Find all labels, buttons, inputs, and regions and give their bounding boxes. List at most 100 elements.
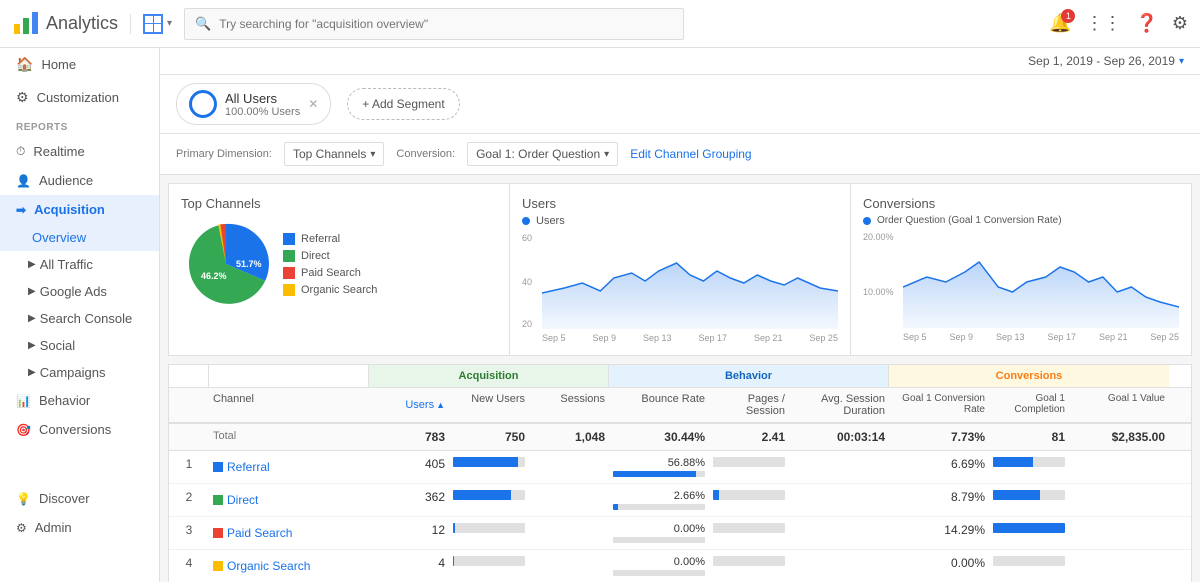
sidebar-item-home[interactable]: 🏠 Home (0, 48, 159, 81)
top-channels-title: Top Channels (181, 196, 497, 211)
data-table: Acquisition Behavior Conversions Channel… (168, 364, 1192, 582)
total-bounce: 30.44% (609, 424, 709, 450)
col-new-users[interactable]: New Users (449, 388, 529, 422)
expand-icon: ▶ (28, 259, 36, 270)
total-new-users: 750 (449, 424, 529, 450)
account-selector[interactable]: ▾ (130, 14, 172, 34)
sidebar-item-campaigns[interactable]: ▶ Campaigns (0, 359, 159, 386)
table-group-headers: Acquisition Behavior Conversions (169, 365, 1191, 388)
apps-icon[interactable]: ⋮⋮ (1085, 13, 1121, 34)
search-icon: 🔍 (195, 16, 211, 32)
admin-icon: ⚙ (16, 521, 27, 535)
col-users[interactable]: Users ▲ (369, 388, 449, 422)
table-row: 4 Organic Search 4 0.00% 0.00% (169, 550, 1191, 582)
total-goal1-comp: 81 (989, 424, 1069, 450)
audience-icon: 👤 (16, 174, 31, 188)
sidebar-item-admin[interactable]: ⚙ Admin (0, 513, 159, 542)
segment-pill[interactable]: All Users 100.00% Users ✕ (176, 83, 331, 125)
row-channel[interactable]: Paid Search (209, 517, 369, 549)
users-legend-label: Users (536, 215, 565, 227)
row-goal1-val (1069, 484, 1169, 516)
col-channel[interactable]: Channel (209, 388, 369, 422)
col-avg-session[interactable]: Avg. Session Duration (789, 388, 889, 422)
row-goal1-comp (989, 550, 1069, 582)
pie-chart: 51.7% 46.2% (181, 219, 271, 309)
segment-close-icon[interactable]: ✕ (308, 97, 318, 111)
col-goal1-rate[interactable]: Goal 1 Conversion Rate (889, 388, 989, 422)
row-new-users (449, 550, 529, 582)
table-row: 3 Paid Search 12 0.00% 14.29% (169, 517, 1191, 550)
date-bar: Sep 1, 2019 - Sep 26, 2019 ▾ (160, 48, 1200, 75)
conversion-select[interactable]: Goal 1: Order Question ▾ (467, 142, 618, 166)
col-goal1-val[interactable]: Goal 1 Value (1069, 388, 1169, 422)
sidebar-item-search-console[interactable]: ▶ Search Console (0, 305, 159, 332)
logo-area: Analytics (12, 10, 118, 38)
add-segment-button[interactable]: + Add Segment (347, 88, 459, 120)
row-users: 12 (369, 517, 449, 549)
sidebar-item-google-ads[interactable]: ▶ Google Ads (0, 278, 159, 305)
sidebar-item-discover[interactable]: 💡 Discover (0, 484, 159, 513)
dimension-bar: Primary Dimension: Top Channels ▾ Conver… (160, 134, 1200, 175)
conv-group-header: Conversions (889, 365, 1169, 387)
segment-circle-icon (189, 90, 217, 118)
discover-icon: 💡 (16, 492, 31, 506)
conversions-card: Conversions Order Question (Goal 1 Conve… (851, 184, 1191, 355)
table-totals-row: Total 783 750 1,048 30.44% 2.41 00:03:14… (169, 424, 1191, 451)
notification-icon[interactable]: 🔔 1 (1049, 13, 1071, 34)
table-body: 1 Referral 405 56.88% 6.69% (169, 451, 1191, 582)
row-goal1-comp (989, 451, 1069, 483)
row-channel[interactable]: Direct (209, 484, 369, 516)
sidebar-reports-label: REPORTS (0, 114, 159, 137)
help-icon[interactable]: ❓ (1135, 13, 1157, 34)
sidebar-item-audience[interactable]: 👤 Audience (0, 166, 159, 195)
chevron-down-icon: ▾ (167, 18, 172, 29)
row-avg-session (789, 451, 889, 483)
row-num: 2 (169, 484, 209, 516)
search-container[interactable]: 🔍 (184, 8, 684, 40)
row-channel[interactable]: Referral (209, 451, 369, 483)
col-goal1-comp[interactable]: Goal 1 Completion (989, 388, 1069, 422)
col-bounce[interactable]: Bounce Rate (609, 388, 709, 422)
row-goal1-val (1069, 550, 1169, 582)
sidebar: 🏠 Home ⚙ Customization REPORTS ⏱ Realtim… (0, 48, 160, 582)
expand-icon2: ▶ (28, 286, 36, 297)
app-title: Analytics (46, 13, 118, 34)
legend-item-organic-search: Organic Search (283, 284, 377, 296)
notification-badge: 1 (1061, 9, 1075, 23)
acquisition-icon: ➡ (16, 203, 26, 217)
expand-icon4: ▶ (28, 340, 36, 351)
row-sessions (529, 484, 609, 516)
sidebar-item-behavior[interactable]: 📊 Behavior (0, 386, 159, 415)
sidebar-item-conversions[interactable]: 🎯 Conversions (0, 415, 159, 444)
account-icon[interactable]: ⚙ (1172, 13, 1188, 34)
users-title: Users (522, 196, 838, 211)
col-pages[interactable]: Pages / Session (709, 388, 789, 422)
table-row: 2 Direct 362 2.66% 8.79% (169, 484, 1191, 517)
sidebar-item-acquisition[interactable]: ➡ Acquisition (0, 195, 159, 224)
primary-dim-value: Top Channels (293, 147, 366, 161)
row-bounce: 0.00% (609, 550, 709, 582)
date-range-picker[interactable]: Sep 1, 2019 - Sep 26, 2019 ▾ (1028, 54, 1184, 68)
sidebar-item-realtime[interactable]: ⏱ Realtime (0, 137, 159, 166)
row-users: 405 (369, 451, 449, 483)
primary-dim-select[interactable]: Top Channels ▾ (284, 142, 384, 166)
search-input[interactable] (219, 17, 673, 31)
col-sessions[interactable]: Sessions (529, 388, 609, 422)
sidebar-item-overview[interactable]: Overview (0, 224, 159, 251)
row-channel[interactable]: Organic Search (209, 550, 369, 582)
conversion-label: Conversion: (396, 148, 455, 160)
segment-bar: All Users 100.00% Users ✕ + Add Segment (160, 75, 1200, 134)
row-avg-session (789, 484, 889, 516)
total-pages: 2.41 (709, 424, 789, 450)
sidebar-item-customization[interactable]: ⚙ Customization (0, 81, 159, 114)
conversions-title: Conversions (863, 196, 1179, 211)
sidebar-item-social[interactable]: ▶ Social (0, 332, 159, 359)
sidebar-item-all-traffic[interactable]: ▶ All Traffic (0, 251, 159, 278)
edit-channel-link[interactable]: Edit Channel Grouping (630, 147, 751, 161)
row-goal1-val (1069, 451, 1169, 483)
segment-info: All Users 100.00% Users (225, 91, 300, 118)
segment-sublabel: 100.00% Users (225, 106, 300, 118)
legend-item-referral: Referral (283, 233, 377, 245)
behavior-icon: 📊 (16, 394, 31, 408)
conversions-icon: 🎯 (16, 423, 31, 437)
